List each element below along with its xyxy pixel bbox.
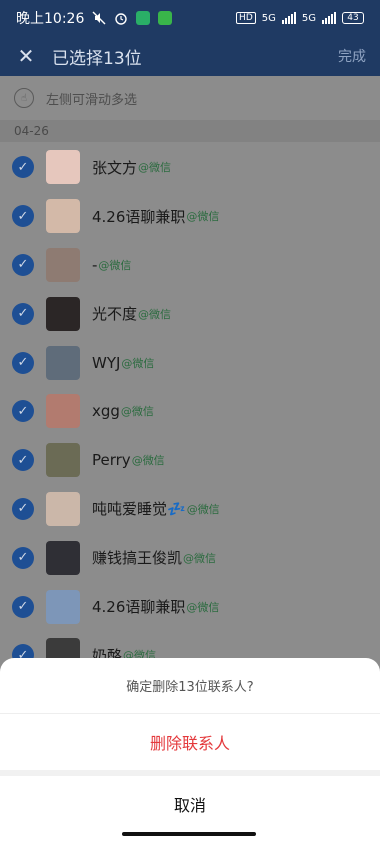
checkbox-checked-icon[interactable]: ✓ [12, 400, 34, 423]
cancel-button[interactable]: 取消 [0, 776, 380, 832]
network-label-1: 5G [261, 12, 276, 24]
list-item[interactable]: ✓ 4.26语聊兼职 @微信 [0, 582, 380, 631]
status-time: 晚上10:26 [16, 11, 85, 27]
network-label-2: 5G [301, 12, 316, 24]
avatar [46, 296, 80, 331]
list-item[interactable]: ✓ - @微信 [0, 240, 380, 290]
page-title: 已选择13位 [52, 48, 142, 69]
done-button[interactable]: 完成 [338, 46, 366, 66]
contact-name: 4.26语聊兼职 [92, 598, 186, 617]
hd-icon: HD [236, 12, 256, 24]
avatar [46, 443, 80, 478]
confirm-question: 确定删除13位联系人? [0, 658, 380, 714]
checkbox-checked-icon[interactable]: ✓ [12, 156, 34, 179]
checkbox-checked-icon[interactable]: ✓ [12, 253, 34, 276]
contact-name: xgg [92, 402, 120, 421]
home-indicator[interactable] [122, 832, 256, 836]
contact-list: ✓ 张文方 @微信 ✓ 4.26语聊兼职 @微信 ✓ - @微信 ✓ 光不度 @微信 ✓… [0, 143, 380, 680]
contact-tag: @微信 [138, 161, 172, 175]
alarm-icon [114, 11, 128, 25]
contact-name: 吨吨爱睡觉💤 [92, 500, 186, 519]
contact-name: 赚钱搞王俊凯 [92, 549, 183, 568]
signal-icon [281, 12, 296, 24]
contact-name: WYJ [92, 353, 121, 372]
top-bar: ✕ 已选择13位 完成 [0, 36, 380, 76]
avatar [46, 345, 80, 380]
list-item[interactable]: ✓ 光不度 @微信 [0, 289, 380, 339]
avatar [46, 394, 80, 429]
mute-icon [92, 11, 106, 25]
list-item[interactable]: ✓ 赚钱搞王俊凯 @微信 [0, 533, 380, 583]
hand-icon: ☝ [14, 88, 34, 108]
wechat-icon [136, 11, 151, 25]
contact-name: - [92, 255, 98, 274]
checkbox-checked-icon[interactable]: ✓ [12, 302, 34, 325]
contact-tag: @微信 [186, 210, 220, 224]
close-icon[interactable]: ✕ [14, 44, 38, 68]
slide-select-hint: ☝ 左侧可滑动多选 [0, 76, 380, 120]
avatar [46, 491, 80, 526]
checkbox-checked-icon[interactable]: ✓ [12, 351, 34, 374]
avatar [46, 199, 80, 234]
contact-tag: @微信 [120, 405, 154, 419]
contact-tag: @微信 [98, 258, 132, 272]
contact-name: 4.26语聊兼职 [92, 207, 186, 226]
list-item[interactable]: ✓ xgg @微信 [0, 386, 380, 436]
contact-tag: @微信 [121, 356, 155, 370]
avatar [46, 150, 80, 185]
checkbox-checked-icon[interactable]: ✓ [12, 449, 34, 472]
delete-contacts-button[interactable]: 删除联系人 [0, 714, 380, 770]
app-icon [158, 11, 173, 25]
delete-confirm-sheet: 确定删除13位联系人? 删除联系人 取消 [0, 658, 380, 844]
contact-tag: @微信 [186, 502, 220, 516]
signal-icon [322, 12, 336, 24]
battery-level: 43 [347, 13, 359, 23]
list-item[interactable]: ✓ 吨吨爱睡觉💤 @微信 [0, 484, 380, 534]
contact-name: Perry [92, 451, 131, 470]
date-divider: 04-26 [0, 120, 380, 142]
list-item[interactable]: ✓ Perry @微信 [0, 435, 380, 485]
list-item[interactable]: ✓ WYJ @微信 [0, 338, 380, 387]
avatar [46, 247, 80, 282]
avatar [46, 589, 80, 624]
checkbox-checked-icon[interactable]: ✓ [12, 497, 34, 520]
avatar [46, 540, 80, 575]
contact-tag: @微信 [138, 307, 172, 321]
contact-tag: @微信 [131, 454, 165, 468]
contact-name: 张文方 [92, 158, 138, 177]
battery-icon: 43 [342, 12, 364, 24]
contact-tag: @微信 [186, 600, 220, 614]
hint-text: 左侧可滑动多选 [46, 92, 138, 108]
list-item[interactable]: ✓ 张文方 @微信 [0, 143, 380, 192]
status-bar: 晚上10:26 HD 5G 5G 43 [0, 0, 380, 36]
contact-tag: @微信 [183, 551, 217, 565]
checkbox-checked-icon[interactable]: ✓ [12, 595, 34, 618]
list-item[interactable]: ✓ 4.26语聊兼职 @微信 [0, 191, 380, 241]
contact-name: 光不度 [92, 305, 138, 324]
checkbox-checked-icon[interactable]: ✓ [12, 546, 34, 569]
checkbox-checked-icon[interactable]: ✓ [12, 205, 34, 228]
